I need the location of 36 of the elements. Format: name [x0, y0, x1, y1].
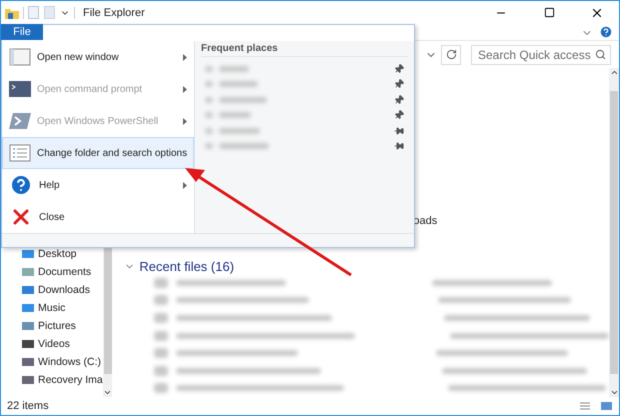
nav-item[interactable]: Pictures	[38, 320, 76, 332]
window-title: File Explorer	[83, 6, 146, 18]
pin-icon[interactable]	[394, 141, 404, 152]
menu-item[interactable]: Change folder and search options	[2, 137, 194, 169]
terminal-icon	[9, 112, 31, 130]
menu-item[interactable]: Open new window	[2, 41, 194, 73]
menu-item[interactable]: Close	[2, 201, 194, 233]
help-icon[interactable]	[599, 25, 613, 39]
scroll-up-icon[interactable]	[610, 68, 619, 77]
scroll-down-icon[interactable]	[103, 388, 112, 397]
nav-item[interactable]: Recovery Ima	[38, 374, 103, 386]
nav-item[interactable]: Music	[38, 302, 66, 314]
section-heading[interactable]: Recent files (16)	[139, 259, 234, 274]
search-field[interactable]: Search Quick access	[471, 44, 611, 64]
help-icon	[9, 173, 33, 197]
terminal-icon	[9, 80, 31, 98]
nav-item[interactable]: Videos	[38, 338, 70, 350]
folder-icon	[5, 6, 19, 18]
file-tab[interactable]: File	[1, 24, 43, 40]
menu-item[interactable]: Help	[2, 169, 194, 201]
scroll-down-icon[interactable]	[610, 388, 619, 397]
maximize-icon	[544, 7, 554, 18]
nav-item[interactable]: Desktop	[38, 248, 77, 260]
search-icon	[595, 49, 606, 60]
nav-item[interactable]: Downloads	[38, 284, 90, 296]
nav-item[interactable]: Windows (C:)	[38, 356, 102, 368]
scrollbar[interactable]	[609, 68, 619, 397]
list-icon	[9, 144, 31, 162]
view-toggle-icon[interactable]	[579, 401, 613, 411]
item-count: 22 items	[7, 400, 49, 412]
window-icon	[9, 48, 31, 66]
refresh-icon	[446, 49, 456, 60]
refresh-button[interactable]	[441, 44, 461, 64]
nav-item[interactable]: Documents	[38, 266, 92, 278]
pin-icon[interactable]	[394, 126, 404, 136]
section-title: Frequent places	[201, 43, 408, 57]
